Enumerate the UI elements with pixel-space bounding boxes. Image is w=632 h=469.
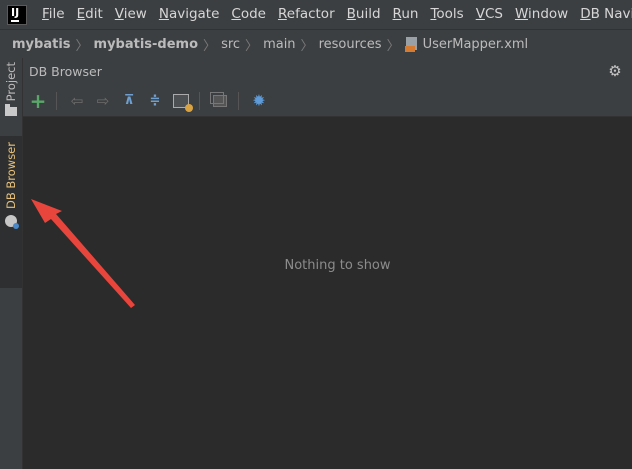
settings-icon: ✹ [252, 90, 266, 110]
tool-window-stripe: Project DB Browser [0, 58, 23, 469]
menu-edit[interactable]: Edit [71, 0, 109, 29]
object-filter-button[interactable] [170, 90, 193, 112]
open-windows-button[interactable] [209, 90, 231, 112]
expand-all-button[interactable]: ⊼ [118, 90, 140, 112]
menu-tools[interactable]: Tools [424, 0, 469, 29]
menu-navigate[interactable]: Navigate [153, 0, 226, 29]
breadcrumb-separator: 〉 [203, 38, 217, 54]
empty-state-text: Nothing to show [284, 258, 391, 273]
menu-bar: IJ File Edit View Navigate Code Refactor… [0, 0, 632, 29]
add-connection-icon: + [29, 88, 47, 113]
menu-vcs[interactable]: VCS [470, 0, 509, 29]
intellij-logo-icon: IJ [7, 4, 27, 25]
menu-build[interactable]: Build [341, 0, 387, 29]
breadcrumb-resources[interactable]: resources [319, 37, 382, 52]
collapse-all-icon: ≑ [149, 93, 161, 108]
breadcrumb-module[interactable]: mybatis-demo [94, 37, 199, 52]
back-button[interactable]: ⇦ [66, 90, 88, 112]
collapse-all-button[interactable]: ≑ [144, 90, 166, 112]
breadcrumb-main[interactable]: main [263, 37, 295, 52]
breadcrumb-separator: 〉 [245, 38, 259, 54]
menu-run[interactable]: Run [387, 0, 425, 29]
tab-project-label: Project [4, 62, 18, 102]
toolbar-divider [199, 91, 200, 110]
tab-db-browser-label: DB Browser [4, 142, 18, 210]
forward-button[interactable]: ⇨ [92, 90, 114, 112]
xml-file-icon [404, 36, 419, 52]
menu-file[interactable]: File [36, 0, 71, 29]
breadcrumb-separator: 〉 [75, 38, 89, 54]
settings-button[interactable]: ✹ [248, 90, 270, 112]
forward-icon: ⇨ [96, 91, 110, 110]
breadcrumb: mybatis 〉 mybatis-demo 〉 src 〉 main 〉 re… [0, 29, 632, 59]
breadcrumb-file[interactable]: UserMapper.xml [423, 37, 529, 52]
menu-window[interactable]: Window [509, 0, 574, 29]
menu-view[interactable]: View [109, 0, 153, 29]
tab-project[interactable]: Project [0, 62, 22, 124]
panel-title: DB Browser [29, 64, 102, 79]
expand-all-icon: ⊼ [123, 93, 135, 108]
back-icon: ⇦ [70, 91, 84, 110]
object-filter-icon [173, 93, 193, 112]
breadcrumb-src[interactable]: src [221, 37, 240, 52]
panel-header: DB Browser ⚙ [23, 58, 632, 85]
breadcrumb-separator: 〉 [300, 38, 314, 54]
breadcrumb-separator: 〉 [386, 38, 400, 54]
db-browser-toolbar: + ⇦ ⇨ ⊼ ≑ ✹ [23, 85, 632, 117]
gear-icon[interactable]: ⚙ [608, 64, 622, 79]
menu-code[interactable]: Code [225, 0, 272, 29]
menu-refactor[interactable]: Refactor [272, 0, 341, 29]
db-browser-tree[interactable]: Nothing to show [23, 117, 632, 469]
folder-icon [5, 104, 17, 117]
menu-db-navigator[interactable]: DB Navigator [574, 0, 632, 29]
tab-db-browser[interactable]: DB Browser [0, 136, 22, 288]
toolbar-divider [56, 91, 57, 110]
open-windows-icon [210, 91, 227, 107]
breadcrumb-project[interactable]: mybatis [12, 37, 71, 52]
db-browser-icon [5, 215, 19, 230]
add-connection-button[interactable]: + [27, 90, 49, 112]
toolbar-divider [238, 91, 239, 110]
